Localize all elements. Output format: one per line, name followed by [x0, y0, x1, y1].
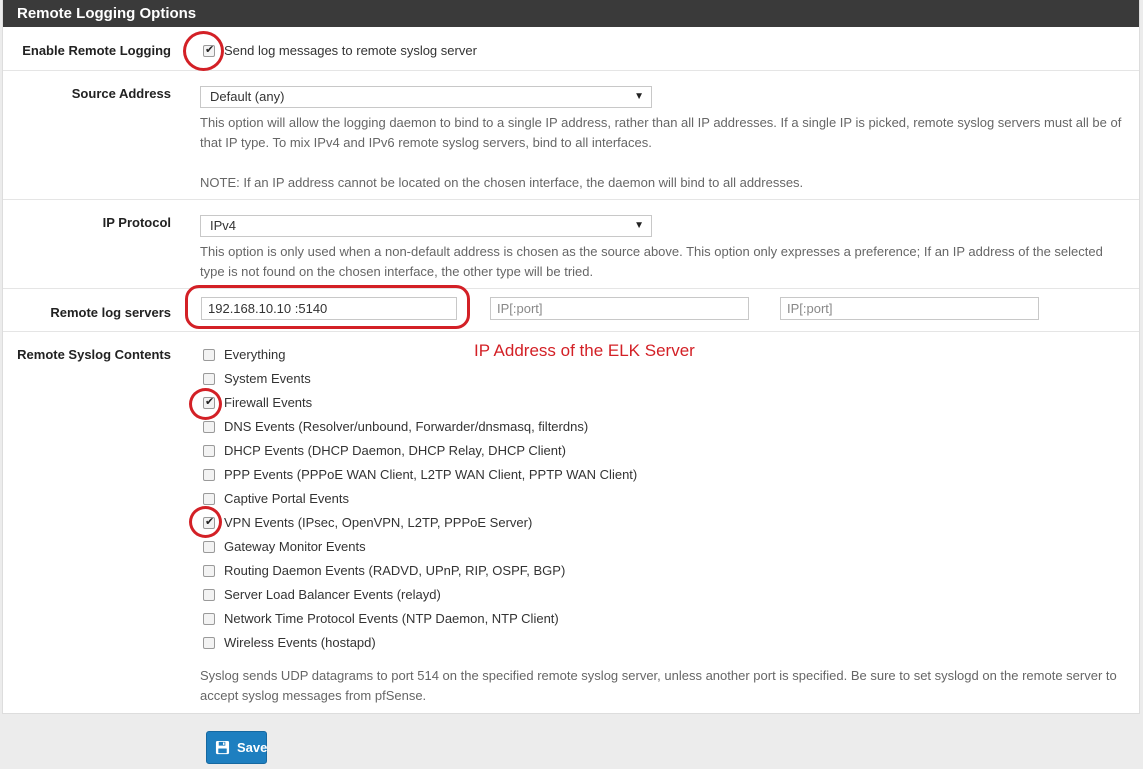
syslog-contents-help: Syslog sends UDP datagrams to port 514 o… [200, 668, 1117, 703]
floppy-disk-icon [215, 740, 230, 755]
syslog-contents-checkbox[interactable] [203, 613, 215, 625]
enable-remote-logging-checkbox[interactable] [203, 43, 215, 57]
ip-protocol-label: IP Protocol [102, 215, 171, 230]
dropdown-arrow-icon: ▼ [634, 91, 644, 102]
syslog-contents-checkbox[interactable] [203, 395, 215, 409]
remote-server-1-input[interactable]: 192.168.10.10 :5140 [201, 297, 457, 320]
save-button[interactable]: Save [206, 731, 267, 764]
syslog-contents-checkbox[interactable] [203, 445, 215, 457]
syslog-contents-checkbox[interactable] [203, 565, 215, 577]
syslog-contents-item-label: DNS Events (Resolver/unbound, Forwarder/… [224, 419, 589, 434]
syslog-contents-checkbox[interactable] [203, 349, 215, 361]
syslog-contents-item-label: PPP Events (PPPoE WAN Client, L2TP WAN C… [224, 467, 638, 482]
save-button-label: Save [237, 740, 268, 755]
syslog-contents-checkbox[interactable] [203, 469, 215, 481]
enable-remote-logging-label: Enable Remote Logging [22, 43, 171, 58]
syslog-contents-item-label: Gateway Monitor Events [224, 539, 366, 554]
syslog-contents-item-label: DHCP Events (DHCP Daemon, DHCP Relay, DH… [224, 443, 566, 458]
syslog-contents-checkbox[interactable] [203, 421, 215, 433]
syslog-contents-item-label: Routing Daemon Events (RADVD, UPnP, RIP,… [224, 563, 566, 578]
syslog-contents-item-label: VPN Events (IPsec, OpenVPN, L2TP, PPPoE … [224, 515, 533, 530]
dropdown-arrow-icon: ▼ [634, 220, 644, 231]
source-address-help: This option will allow the logging daemo… [200, 115, 1122, 150]
syslog-contents-checkbox[interactable] [203, 373, 215, 385]
syslog-contents-item-label: Wireless Events (hostapd) [224, 635, 376, 650]
ip-protocol-row: IP Protocol IPv4 ▼ This option is only u… [3, 200, 1139, 289]
enable-remote-logging-row: Enable Remote Logging Send log messages … [3, 27, 1139, 71]
syslog-contents-item-label: Everything [224, 347, 286, 362]
source-address-row: Source Address Default (any) ▼ This opti… [3, 71, 1139, 200]
ip-protocol-value: IPv4 [210, 218, 237, 233]
remote-syslog-contents-row: Remote Syslog Contents Everything System … [3, 332, 1139, 714]
syslog-contents-checkbox[interactable] [203, 541, 215, 553]
source-address-value: Default (any) [210, 89, 285, 104]
source-address-label: Source Address [71, 86, 171, 101]
remote-server-2-input[interactable]: IP[:port] [490, 297, 749, 320]
syslog-contents-item-label: Network Time Protocol Events (NTP Daemon… [224, 611, 559, 626]
ip-protocol-select[interactable]: IPv4 ▼ [200, 215, 652, 237]
source-address-note: NOTE: If an IP address cannot be located… [200, 175, 804, 190]
syslog-contents-item-label: Firewall Events [224, 395, 313, 410]
ip-protocol-help: This option is only used when a non-defa… [200, 244, 1103, 279]
source-address-select[interactable]: Default (any) ▼ [200, 86, 652, 108]
syslog-contents-checkbox[interactable] [203, 589, 215, 601]
enable-remote-logging-text: Send log messages to remote syslog serve… [224, 43, 477, 58]
syslog-contents-checkbox[interactable] [203, 515, 215, 529]
syslog-contents-item-label: System Events [224, 371, 311, 386]
syslog-contents-item-label: Captive Portal Events [224, 491, 350, 506]
syslog-contents-checkbox[interactable] [203, 493, 215, 505]
remote-log-servers-row: Remote log servers 192.168.10.10 :5140 I… [3, 289, 1139, 332]
remote-log-servers-label: Remote log servers [50, 305, 171, 320]
remote-server-3-input[interactable]: IP[:port] [780, 297, 1039, 320]
elk-server-annotation: IP Address of the ELK Server [474, 341, 695, 360]
syslog-contents-item-label: Server Load Balancer Events (relayd) [224, 587, 441, 602]
panel-title: Remote Logging Options [3, 0, 1139, 27]
syslog-contents-checkbox[interactable] [203, 637, 215, 649]
remote-syslog-contents-label: Remote Syslog Contents [17, 347, 171, 362]
